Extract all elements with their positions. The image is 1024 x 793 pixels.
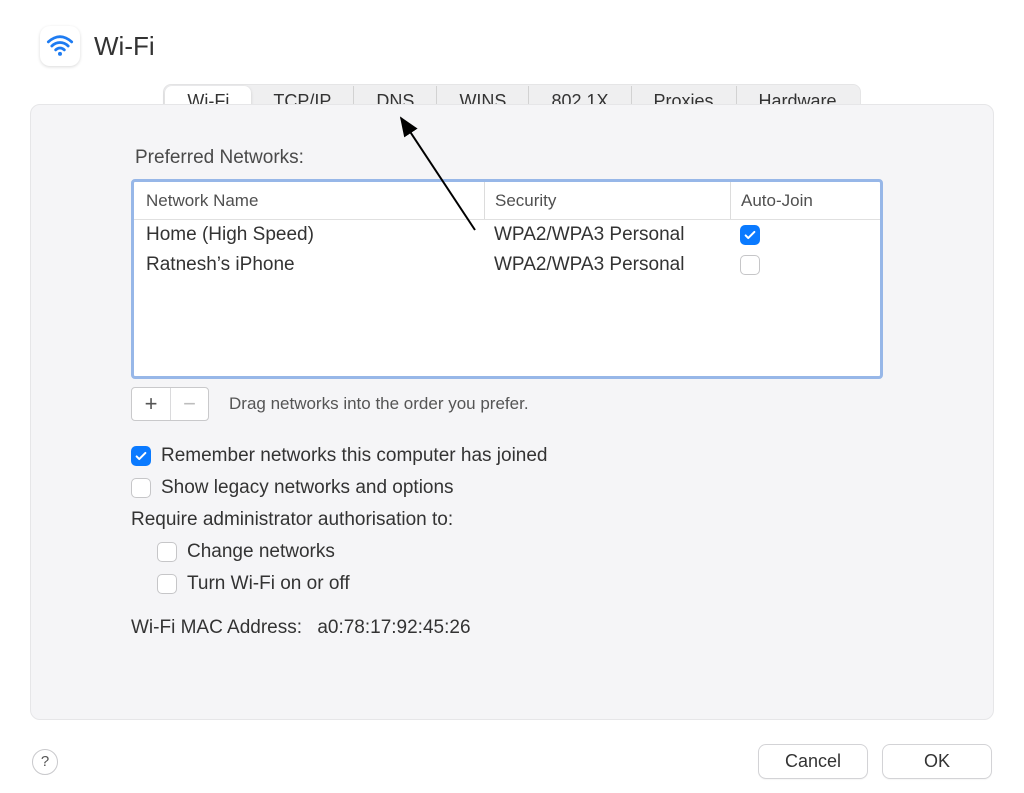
toggle-wifi-checkbox[interactable] (157, 574, 177, 594)
autojoin-checkbox[interactable] (740, 255, 760, 275)
autojoin-checkbox[interactable] (740, 225, 760, 245)
change-networks-label: Change networks (187, 541, 335, 563)
column-autojoin[interactable]: Auto-Join (730, 182, 880, 219)
remove-network-button[interactable]: − (170, 388, 208, 420)
show-legacy-checkbox[interactable] (131, 478, 151, 498)
network-security: WPA2/WPA3 Personal (484, 224, 730, 246)
column-network-name[interactable]: Network Name (134, 191, 484, 211)
ok-button[interactable]: OK (882, 744, 992, 779)
help-button[interactable]: ? (32, 749, 58, 775)
drag-hint: Drag networks into the order you prefer. (229, 394, 529, 414)
network-name: Home (High Speed) (134, 224, 484, 246)
add-network-button[interactable]: + (132, 388, 170, 420)
remember-networks-checkbox[interactable] (131, 446, 151, 466)
preferred-networks-label: Preferred Networks: (135, 147, 893, 169)
wifi-icon (40, 26, 80, 66)
mac-address-label: Wi-Fi MAC Address: (131, 617, 302, 638)
table-row[interactable]: Home (High Speed) WPA2/WPA3 Personal (134, 220, 880, 250)
preferred-networks-table[interactable]: Network Name Security Auto-Join Home (Hi… (131, 179, 883, 379)
cancel-button[interactable]: Cancel (758, 744, 868, 779)
mac-address-value: a0:78:17:92:45:26 (317, 617, 470, 638)
show-legacy-label: Show legacy networks and options (161, 477, 454, 499)
network-security: WPA2/WPA3 Personal (484, 254, 730, 276)
toggle-wifi-label: Turn Wi-Fi on or off (187, 573, 350, 595)
table-header: Network Name Security Auto-Join (134, 182, 880, 220)
page-title: Wi-Fi (94, 31, 155, 62)
network-name: Ratnesh’s iPhone (134, 254, 484, 276)
table-row[interactable]: Ratnesh’s iPhone WPA2/WPA3 Personal (134, 250, 880, 280)
change-networks-checkbox[interactable] (157, 542, 177, 562)
column-security[interactable]: Security (484, 182, 730, 219)
remember-networks-label: Remember networks this computer has join… (161, 445, 548, 467)
require-admin-label: Require administrator authorisation to: (131, 509, 893, 531)
